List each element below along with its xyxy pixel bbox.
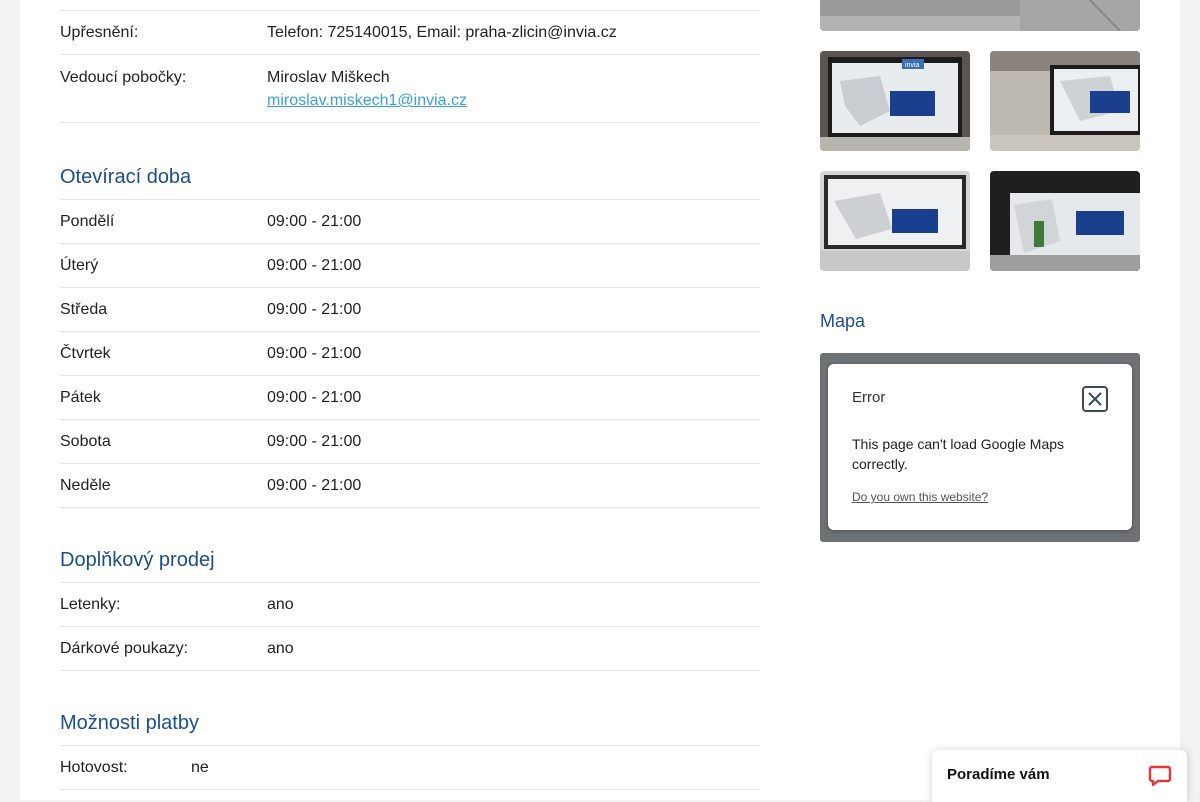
extra-sales-value: ano <box>267 596 294 613</box>
hours-value: 09:00 - 21:00 <box>267 301 362 318</box>
payment-title: Možnosti platby <box>60 712 199 734</box>
upresneni-label: Upřesnění: <box>60 24 139 41</box>
close-icon-graphic <box>1082 386 1108 412</box>
branch-details: Upřesnění: Telefon: 725140015, Email: pr… <box>60 0 760 790</box>
extra-sales-label: Letenky: <box>60 596 121 613</box>
map-title: Mapa <box>820 311 866 331</box>
hours-row: Pondělí 09:00 - 21:00 <box>60 200 760 244</box>
gallery-thumbnail[interactable]: invia <box>820 51 970 151</box>
map-embed[interactable]: Error This page can't load Google Maps c… <box>820 353 1140 542</box>
hours-row: Neděle 09:00 - 21:00 <box>60 464 760 508</box>
hours-value: 09:00 - 21:00 <box>267 477 362 494</box>
day-label: Sobota <box>60 433 111 450</box>
payment-label: Hotovost: <box>60 759 128 776</box>
hours-value: 09:00 - 21:00 <box>267 389 362 406</box>
photo-image <box>820 171 970 271</box>
hours-value: 09:00 - 21:00 <box>267 213 362 230</box>
gallery-thumbnail[interactable] <box>990 51 1140 151</box>
hours-row: Pátek 09:00 - 21:00 <box>60 376 760 420</box>
invia-logo-text: invia <box>905 62 920 69</box>
day-label: Pátek <box>60 389 101 406</box>
hours-value: 09:00 - 21:00 <box>267 345 362 362</box>
photo-image <box>990 51 1140 151</box>
day-label: Středa <box>60 301 108 318</box>
payment-value: ne <box>191 759 209 776</box>
manager-name: Miroslav Miškech <box>267 69 390 86</box>
gallery-thumbnail[interactable] <box>820 171 970 271</box>
manager-email-link[interactable]: miroslav.miskech1@invia.cz <box>267 92 467 109</box>
hours-row: Úterý 09:00 - 21:00 <box>60 244 760 288</box>
payment-row: Hotovost: ne <box>60 746 760 790</box>
photo-image <box>820 0 1140 31</box>
map-error-dialog: Error This page can't load Google Maps c… <box>828 364 1132 530</box>
row-upresneni: Upřesnění: Telefon: 725140015, Email: pr… <box>60 11 760 55</box>
upresneni-value: Telefon: 725140015, Email: praha-zlicin@… <box>267 24 617 41</box>
day-label: Čtvrtek <box>60 345 111 362</box>
chat-bubble-icon[interactable] <box>1148 764 1172 788</box>
chat-widget[interactable]: Poradíme vám <box>932 750 1187 802</box>
close-icon[interactable] <box>1082 386 1108 412</box>
chat-bubble-graphic <box>1148 765 1172 787</box>
gallery-thumbnail[interactable] <box>990 171 1140 271</box>
extra-sales-row: Letenky: ano <box>60 583 760 627</box>
photo-image <box>990 171 1140 271</box>
hours-row: Čtvrtek 09:00 - 21:00 <box>60 332 760 376</box>
hours-row: Středa 09:00 - 21:00 <box>60 288 760 332</box>
map-error-link[interactable]: Do you own this website? <box>852 490 988 504</box>
hours-row: Sobota 09:00 - 21:00 <box>60 420 760 464</box>
chat-label: Poradíme vám <box>947 766 1050 783</box>
page: Upřesnění: Telefon: 725140015, Email: pr… <box>20 0 1180 800</box>
extra-sales-value: ano <box>267 640 294 657</box>
day-label: Úterý <box>60 257 99 274</box>
day-label: Pondělí <box>60 213 115 230</box>
divider <box>60 0 760 11</box>
hours-value: 09:00 - 21:00 <box>267 433 362 450</box>
gallery-photo-main[interactable] <box>820 0 1140 31</box>
row-manager: Vedoucí pobočky: Miroslav Miškech mirosl… <box>60 55 760 123</box>
day-label: Neděle <box>60 477 111 494</box>
opening-hours-title: Otevírací doba <box>60 166 192 188</box>
extra-sales-label: Dárkové poukazy: <box>60 640 189 657</box>
manager-label: Vedoucí pobočky: <box>60 69 187 86</box>
extra-sales-title: Doplňkový prodej <box>60 549 215 571</box>
map-error-title: Error <box>852 389 886 406</box>
map-error-message: This page can't load Google Maps correct… <box>852 436 1065 472</box>
photo-image: invia <box>820 51 970 151</box>
extra-sales-row: Dárkové poukazy: ano <box>60 627 760 671</box>
hours-value: 09:00 - 21:00 <box>267 257 362 274</box>
